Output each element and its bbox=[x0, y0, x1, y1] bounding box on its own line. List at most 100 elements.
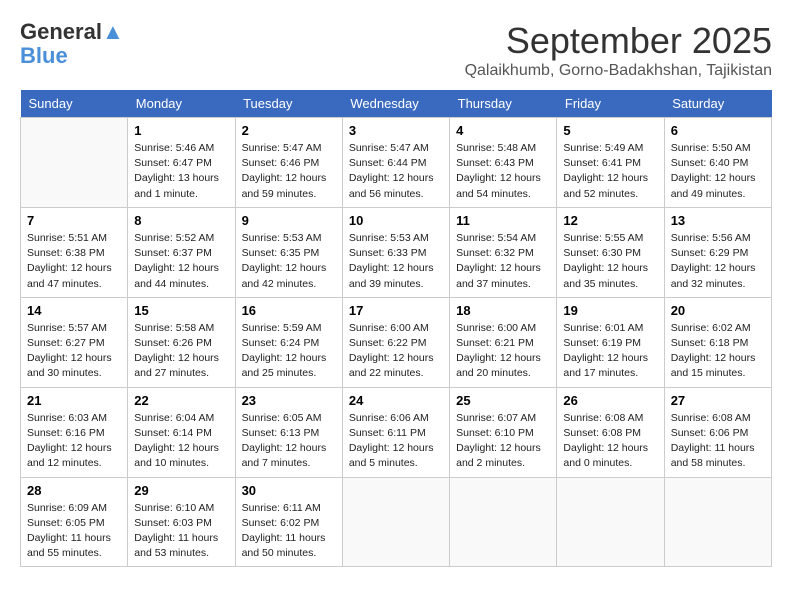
day-info: Sunrise: 6:10 AMSunset: 6:03 PMDaylight:… bbox=[134, 501, 228, 562]
calendar-cell: 30 Sunrise: 6:11 AMSunset: 6:02 PMDayligh… bbox=[235, 477, 342, 567]
day-number: 30 bbox=[242, 483, 336, 498]
calendar-cell: 21 Sunrise: 6:03 AMSunset: 6:16 PMDayligh… bbox=[21, 387, 128, 477]
day-info: Sunrise: 5:54 AMSunset: 6:32 PMDaylight:… bbox=[456, 231, 550, 292]
calendar-cell: 9 Sunrise: 5:53 AMSunset: 6:35 PMDaylight… bbox=[235, 207, 342, 297]
day-info: Sunrise: 5:47 AMSunset: 6:44 PMDaylight:… bbox=[349, 141, 443, 202]
day-info: Sunrise: 5:49 AMSunset: 6:41 PMDaylight:… bbox=[563, 141, 657, 202]
day-info: Sunrise: 6:11 AMSunset: 6:02 PMDaylight:… bbox=[242, 501, 336, 562]
day-number: 2 bbox=[242, 123, 336, 138]
day-info: Sunrise: 5:59 AMSunset: 6:24 PMDaylight:… bbox=[242, 321, 336, 382]
calendar-cell: 6 Sunrise: 5:50 AMSunset: 6:40 PMDaylight… bbox=[664, 118, 771, 208]
day-number: 23 bbox=[242, 393, 336, 408]
logo-text: General▲ Blue bbox=[20, 20, 124, 68]
day-info: Sunrise: 6:00 AMSunset: 6:22 PMDaylight:… bbox=[349, 321, 443, 382]
day-number: 7 bbox=[27, 213, 121, 228]
calendar-cell bbox=[557, 477, 664, 567]
day-number: 10 bbox=[349, 213, 443, 228]
week-row-3: 14Sunrise: 5:57 AMSunset: 6:27 PMDayligh… bbox=[21, 297, 772, 387]
calendar-cell: 11 Sunrise: 5:54 AMSunset: 6:32 PMDayligh… bbox=[450, 207, 557, 297]
day-number: 5 bbox=[563, 123, 657, 138]
day-info: Sunrise: 5:46 AMSunset: 6:47 PMDaylight:… bbox=[134, 141, 228, 202]
title-block: September 2025 Qalaikhumb, Gorno-Badakhs… bbox=[465, 20, 772, 80]
day-info: Sunrise: 6:02 AMSunset: 6:18 PMDaylight:… bbox=[671, 321, 765, 382]
header-saturday: Saturday bbox=[664, 90, 771, 118]
calendar-cell: 28 Sunrise: 6:09 AMSunset: 6:05 PMDayligh… bbox=[21, 477, 128, 567]
day-info: Sunrise: 5:53 AMSunset: 6:35 PMDaylight:… bbox=[242, 231, 336, 292]
calendar-cell: 25Sunrise: 6:07 AMSunset: 6:10 PMDayligh… bbox=[450, 387, 557, 477]
day-number: 21 bbox=[27, 393, 121, 408]
day-number: 25 bbox=[456, 393, 550, 408]
day-number: 29 bbox=[134, 483, 228, 498]
calendar-cell: 10 Sunrise: 5:53 AMSunset: 6:33 PMDayligh… bbox=[342, 207, 449, 297]
week-row-2: 7 Sunrise: 5:51 AMSunset: 6:38 PMDaylight… bbox=[21, 207, 772, 297]
month-title: September 2025 bbox=[465, 20, 772, 62]
day-number: 14 bbox=[27, 303, 121, 318]
day-info: Sunrise: 5:53 AMSunset: 6:33 PMDaylight:… bbox=[349, 231, 443, 292]
day-info: Sunrise: 6:08 AMSunset: 6:06 PMDaylight:… bbox=[671, 411, 765, 472]
day-info: Sunrise: 6:00 AMSunset: 6:21 PMDaylight:… bbox=[456, 321, 550, 382]
day-number: 12 bbox=[563, 213, 657, 228]
calendar-cell bbox=[664, 477, 771, 567]
day-number: 18 bbox=[456, 303, 550, 318]
calendar-cell: 13Sunrise: 5:56 AMSunset: 6:29 PMDayligh… bbox=[664, 207, 771, 297]
calendar-cell: 15Sunrise: 5:58 AMSunset: 6:26 PMDayligh… bbox=[128, 297, 235, 387]
day-info: Sunrise: 6:06 AMSunset: 6:11 PMDaylight:… bbox=[349, 411, 443, 472]
header-monday: Monday bbox=[128, 90, 235, 118]
week-row-1: 1 Sunrise: 5:46 AMSunset: 6:47 PMDaylight… bbox=[21, 118, 772, 208]
calendar-cell: 3Sunrise: 5:47 AMSunset: 6:44 PMDaylight… bbox=[342, 118, 449, 208]
header-friday: Friday bbox=[557, 90, 664, 118]
calendar-header-row: SundayMondayTuesdayWednesdayThursdayFrid… bbox=[21, 90, 772, 118]
day-info: Sunrise: 5:47 AMSunset: 6:46 PMDaylight:… bbox=[242, 141, 336, 202]
day-number: 28 bbox=[27, 483, 121, 498]
day-info: Sunrise: 5:50 AMSunset: 6:40 PMDaylight:… bbox=[671, 141, 765, 202]
day-info: Sunrise: 5:48 AMSunset: 6:43 PMDaylight:… bbox=[456, 141, 550, 202]
day-info: Sunrise: 5:58 AMSunset: 6:26 PMDaylight:… bbox=[134, 321, 228, 382]
day-info: Sunrise: 5:55 AMSunset: 6:30 PMDaylight:… bbox=[563, 231, 657, 292]
day-info: Sunrise: 6:01 AMSunset: 6:19 PMDaylight:… bbox=[563, 321, 657, 382]
calendar-cell: 8 Sunrise: 5:52 AMSunset: 6:37 PMDaylight… bbox=[128, 207, 235, 297]
logo: General▲ Blue bbox=[20, 20, 124, 68]
calendar-cell: 16 Sunrise: 5:59 AMSunset: 6:24 PMDayligh… bbox=[235, 297, 342, 387]
day-number: 13 bbox=[671, 213, 765, 228]
calendar-cell: 18 Sunrise: 6:00 AMSunset: 6:21 PMDayligh… bbox=[450, 297, 557, 387]
header-tuesday: Tuesday bbox=[235, 90, 342, 118]
calendar-cell bbox=[342, 477, 449, 567]
calendar-cell: 20 Sunrise: 6:02 AMSunset: 6:18 PMDayligh… bbox=[664, 297, 771, 387]
calendar-cell: 29 Sunrise: 6:10 AMSunset: 6:03 PMDayligh… bbox=[128, 477, 235, 567]
day-info: Sunrise: 6:08 AMSunset: 6:08 PMDaylight:… bbox=[563, 411, 657, 472]
day-number: 9 bbox=[242, 213, 336, 228]
page-header: General▲ Blue September 2025 Qalaikhumb,… bbox=[20, 20, 772, 80]
day-info: Sunrise: 6:09 AMSunset: 6:05 PMDaylight:… bbox=[27, 501, 121, 562]
day-number: 22 bbox=[134, 393, 228, 408]
day-number: 4 bbox=[456, 123, 550, 138]
header-thursday: Thursday bbox=[450, 90, 557, 118]
day-number: 16 bbox=[242, 303, 336, 318]
calendar-cell: 5 Sunrise: 5:49 AMSunset: 6:41 PMDaylight… bbox=[557, 118, 664, 208]
calendar-cell: 4 Sunrise: 5:48 AMSunset: 6:43 PMDaylight… bbox=[450, 118, 557, 208]
week-row-4: 21 Sunrise: 6:03 AMSunset: 6:16 PMDayligh… bbox=[21, 387, 772, 477]
day-info: Sunrise: 6:03 AMSunset: 6:16 PMDaylight:… bbox=[27, 411, 121, 472]
calendar-cell: 27Sunrise: 6:08 AMSunset: 6:06 PMDayligh… bbox=[664, 387, 771, 477]
calendar-table: SundayMondayTuesdayWednesdayThursdayFrid… bbox=[20, 90, 772, 567]
calendar-cell: 14Sunrise: 5:57 AMSunset: 6:27 PMDayligh… bbox=[21, 297, 128, 387]
day-number: 1 bbox=[134, 123, 228, 138]
calendar-cell bbox=[450, 477, 557, 567]
calendar-cell: 26 Sunrise: 6:08 AMSunset: 6:08 PMDayligh… bbox=[557, 387, 664, 477]
calendar-cell: 17 Sunrise: 6:00 AMSunset: 6:22 PMDayligh… bbox=[342, 297, 449, 387]
day-info: Sunrise: 5:51 AMSunset: 6:38 PMDaylight:… bbox=[27, 231, 121, 292]
day-info: Sunrise: 5:52 AMSunset: 6:37 PMDaylight:… bbox=[134, 231, 228, 292]
calendar-cell: 7 Sunrise: 5:51 AMSunset: 6:38 PMDaylight… bbox=[21, 207, 128, 297]
day-info: Sunrise: 6:04 AMSunset: 6:14 PMDaylight:… bbox=[134, 411, 228, 472]
header-sunday: Sunday bbox=[21, 90, 128, 118]
day-number: 20 bbox=[671, 303, 765, 318]
week-row-5: 28 Sunrise: 6:09 AMSunset: 6:05 PMDayligh… bbox=[21, 477, 772, 567]
calendar-cell: 1 Sunrise: 5:46 AMSunset: 6:47 PMDaylight… bbox=[128, 118, 235, 208]
day-number: 17 bbox=[349, 303, 443, 318]
day-number: 19 bbox=[563, 303, 657, 318]
day-number: 6 bbox=[671, 123, 765, 138]
day-number: 26 bbox=[563, 393, 657, 408]
calendar-cell: 2 Sunrise: 5:47 AMSunset: 6:46 PMDaylight… bbox=[235, 118, 342, 208]
day-number: 8 bbox=[134, 213, 228, 228]
day-number: 11 bbox=[456, 213, 550, 228]
day-info: Sunrise: 6:05 AMSunset: 6:13 PMDaylight:… bbox=[242, 411, 336, 472]
